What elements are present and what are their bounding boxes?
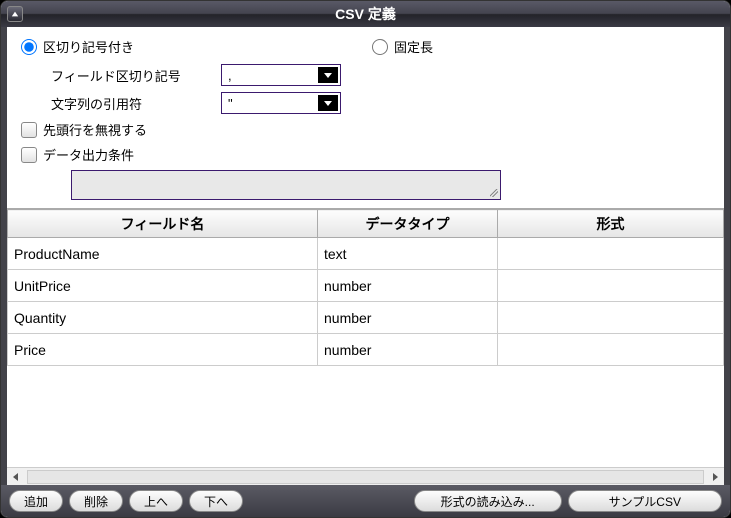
ignore-header-checkbox[interactable]	[21, 122, 37, 138]
cell-format[interactable]	[498, 270, 724, 302]
scroll-left-icon[interactable]	[7, 469, 25, 485]
quote-select[interactable]: "	[221, 92, 341, 114]
options-form: 区切り記号付き 固定長 フィールド区切り記号 , 文字列の引用符	[7, 27, 724, 208]
titlebar: CSV 定義	[1, 1, 730, 27]
delimiter-settings: フィールド区切り記号 , 文字列の引用符 "	[51, 64, 710, 114]
fixed-length-radio[interactable]	[372, 39, 388, 55]
fixed-length-label: 固定長	[394, 37, 433, 56]
output-condition-label: データ出力条件	[43, 145, 134, 164]
cell-name[interactable]: UnitPrice	[8, 270, 318, 302]
scroll-right-icon[interactable]	[706, 469, 724, 485]
fields-table-wrap: フィールド名 データタイプ 形式 ProductName text UnitPr…	[7, 208, 724, 485]
table-row[interactable]: UnitPrice number	[8, 270, 724, 302]
cell-name[interactable]: ProductName	[8, 238, 318, 270]
scroll-track[interactable]	[27, 470, 704, 484]
content-area: 区切り記号付き 固定長 フィールド区切り記号 , 文字列の引用符	[1, 27, 730, 485]
fixed-radio-group: 固定長	[372, 37, 433, 56]
ignore-header-label: 先頭行を無視する	[43, 120, 147, 139]
col-header-format[interactable]: 形式	[498, 210, 724, 238]
col-header-name[interactable]: フィールド名	[8, 210, 318, 238]
quote-label: 文字列の引用符	[51, 94, 211, 113]
table-row[interactable]: Price number	[8, 334, 724, 366]
quote-value: "	[228, 96, 233, 111]
col-header-type[interactable]: データタイプ	[318, 210, 498, 238]
output-condition-checkbox[interactable]	[21, 147, 37, 163]
mode-radio-row: 区切り記号付き 固定長	[21, 37, 710, 56]
output-condition-row: データ出力条件	[21, 145, 710, 164]
chevron-down-icon	[318, 67, 338, 83]
cell-format[interactable]	[498, 334, 724, 366]
table-row[interactable]: Quantity number	[8, 302, 724, 334]
condition-textarea[interactable]	[71, 170, 501, 200]
separator-label: フィールド区切り記号	[51, 66, 211, 85]
move-up-button[interactable]: 上へ	[129, 490, 183, 512]
ignore-header-row: 先頭行を無視する	[21, 120, 710, 139]
table-row[interactable]: ProductName text	[8, 238, 724, 270]
separator-value: ,	[228, 68, 232, 83]
add-button[interactable]: 追加	[9, 490, 63, 512]
delimited-radio[interactable]	[21, 39, 37, 55]
delete-button[interactable]: 削除	[69, 490, 123, 512]
button-bar: 追加 削除 上へ 下へ 形式の読み込み... サンプルCSV	[1, 485, 730, 517]
cell-type[interactable]: text	[318, 238, 498, 270]
cell-format[interactable]	[498, 238, 724, 270]
quote-row: 文字列の引用符 "	[51, 92, 710, 114]
chevron-down-icon	[318, 95, 338, 111]
fields-table: フィールド名 データタイプ 形式 ProductName text UnitPr…	[7, 209, 724, 366]
cell-type[interactable]: number	[318, 334, 498, 366]
window-title: CSV 定義	[1, 4, 730, 24]
delimited-radio-group: 区切り記号付き	[21, 37, 366, 56]
csv-definition-window: CSV 定義 区切り記号付き 固定長 フィールド区切り記号 ,	[0, 0, 731, 518]
cell-type[interactable]: number	[318, 270, 498, 302]
separator-select[interactable]: ,	[221, 64, 341, 86]
table-header-row: フィールド名 データタイプ 形式	[8, 210, 724, 238]
cell-type[interactable]: number	[318, 302, 498, 334]
collapse-button[interactable]	[7, 6, 23, 22]
sample-csv-button[interactable]: サンプルCSV	[568, 490, 722, 512]
cell-name[interactable]: Quantity	[8, 302, 318, 334]
cell-format[interactable]	[498, 302, 724, 334]
load-format-button[interactable]: 形式の読み込み...	[414, 490, 562, 512]
triangle-up-icon	[11, 10, 19, 18]
delimited-label: 区切り記号付き	[43, 37, 134, 56]
move-down-button[interactable]: 下へ	[189, 490, 243, 512]
separator-row: フィールド区切り記号 ,	[51, 64, 710, 86]
horizontal-scrollbar[interactable]	[7, 467, 724, 485]
cell-name[interactable]: Price	[8, 334, 318, 366]
